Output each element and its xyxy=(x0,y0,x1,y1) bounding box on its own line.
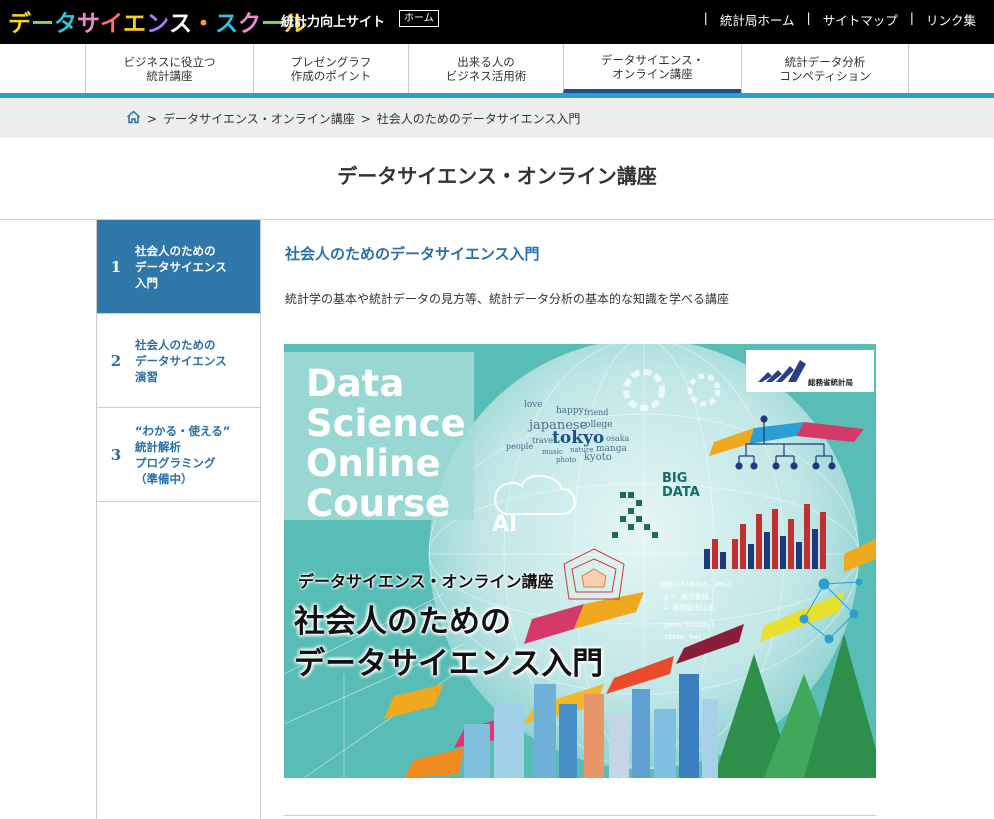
side-item-number: 3 xyxy=(110,445,122,464)
nav-item-business-course[interactable]: ビジネスに役立つ 統計講座 xyxy=(85,44,253,93)
top-bar: データサイエンス・スクール 統計力向上サイト ホーム | 統計局ホーム | サイ… xyxy=(0,0,994,44)
separator: | xyxy=(909,10,914,25)
word-cloud-word: kyoto xyxy=(584,452,612,463)
side-item-intro[interactable]: 1 社会人のための データサイエンス 入門 xyxy=(97,220,260,314)
home-badge[interactable]: ホーム xyxy=(399,10,439,27)
nav-item-competition[interactable]: 統計データ分析 コンペティション xyxy=(741,44,909,93)
site-logo[interactable]: データサイエンス・スクール xyxy=(8,4,307,38)
side-item-number: 2 xyxy=(110,351,122,370)
divider xyxy=(284,815,876,816)
nav-item-label: 出来る人の ビジネス活用術 xyxy=(445,54,527,83)
logo-letter: ・ xyxy=(192,11,215,37)
side-item-label: “わかる・使える” 統計解析 プログラミング （準備中） xyxy=(135,423,231,486)
logo-letter: ー xyxy=(31,11,54,37)
nav-item-label: ビジネスに役立つ 統計講座 xyxy=(123,54,216,83)
site-name: 統計力向上サイト xyxy=(281,15,386,30)
nav-item-label: データサイエンス・ オンライン講座 xyxy=(600,52,705,81)
banner-english-title: Data Science Online Course xyxy=(306,362,466,525)
utility-links: | 統計局ホーム | サイトマップ | リンク集 xyxy=(692,10,994,29)
content-title: 社会人のためのデータサイエンス入門 xyxy=(285,245,540,263)
word-cloud-word: college xyxy=(580,420,613,430)
logo-letter: ス xyxy=(215,11,238,37)
breadcrumb: > データサイエンス・オンライン講座 > 社会人のためのデータサイエンス入門 xyxy=(0,98,994,138)
ai-label: AI xyxy=(492,512,518,537)
content-description: 統計学の基本や統計データの見方等、統計データ分析の基本的な知識を学べる講座 xyxy=(285,292,730,306)
ministry-mark-icon xyxy=(758,360,806,382)
side-nav: 1 社会人のための データサイエンス 入門 2 社会人のための データサイエンス… xyxy=(96,220,261,819)
stat-bureau-home-link[interactable]: 統計局ホーム xyxy=(720,10,795,29)
code-line: = 経常収支比率 xyxy=(664,604,715,612)
word-cloud-word: photo xyxy=(556,456,577,464)
logo-letter: デ xyxy=(8,11,31,37)
nav-item-label: 統計データ分析 コンペティション xyxy=(779,54,871,83)
code-line: y = 地方価格, xyxy=(664,593,714,601)
nav-item-label: プレゼングラフ 作成のポイント xyxy=(290,54,372,83)
logo-letter: ス xyxy=(169,11,192,37)
word-cloud-word: osaka xyxy=(606,434,630,443)
links-page-link[interactable]: リンク集 xyxy=(926,10,994,29)
ministry-name: 総務省統計局 xyxy=(808,378,853,387)
main-nav: ビジネスに役立つ 統計講座 プレゼングラフ 作成のポイント 出来る人の ビジネス… xyxy=(0,44,994,98)
breadcrumb-item[interactable]: データサイエンス・オンライン講座 xyxy=(163,110,355,127)
word-cloud-word: travel xyxy=(532,436,556,445)
side-item-programming[interactable]: 3 “わかる・使える” 統計解析 プログラミング （準備中） xyxy=(97,408,260,502)
nav-item-business-use[interactable]: 出来る人の ビジネス活用術 xyxy=(408,44,563,93)
home-icon[interactable] xyxy=(126,110,141,127)
side-item-label: 社会人のための データサイエンス 入門 xyxy=(135,243,227,290)
code-line: theme_bw() xyxy=(664,633,707,641)
course-banner-image[interactable]: Data Science Online Course love happy fr… xyxy=(284,344,876,778)
logo-letter: タ xyxy=(54,11,77,37)
side-item-label: 社会人のための データサイエンス 演習 xyxy=(135,337,227,384)
word-cloud-word: people xyxy=(506,442,534,451)
logo-letter: ン xyxy=(146,11,169,37)
side-item-number: 1 xyxy=(110,257,122,276)
word-cloud-word: happy xyxy=(556,406,584,416)
breadcrumb-separator: > xyxy=(147,111,158,126)
logo-letter: エ xyxy=(123,11,146,37)
logo-letter: サ xyxy=(77,11,100,37)
big-data-label: BIG DATA xyxy=(662,471,700,500)
breadcrumb-current: 社会人のためのデータサイエンス入門 xyxy=(376,112,581,126)
breadcrumb-separator: > xyxy=(360,111,371,126)
banner-title-line1: 社会人のための xyxy=(294,604,511,640)
separator: | xyxy=(703,10,708,25)
word-cloud-word: music xyxy=(542,448,563,456)
separator: | xyxy=(806,10,811,25)
nav-item-online-course[interactable]: データサイエンス・ オンライン講座 xyxy=(563,44,741,93)
banner-title-line2: データサイエンス入門 xyxy=(294,646,604,682)
ministry-logo: 総務省統計局 xyxy=(746,350,874,392)
side-item-practice[interactable]: 2 社会人のための データサイエンス 演習 xyxy=(97,314,260,408)
logo-letter: イ xyxy=(100,11,123,37)
nav-item-presentation-graph[interactable]: プレゼングラフ 作成のポイント xyxy=(253,44,408,93)
word-cloud-word: friend xyxy=(584,408,609,417)
word-cloud-word: love xyxy=(524,400,543,410)
logo-letter: ク xyxy=(238,11,261,37)
banner-subtitle: データサイエンス・オンライン講座 xyxy=(298,572,554,591)
page-title: データサイエンス・オンライン講座 xyxy=(337,164,657,188)
code-line: geom_bin2d() xyxy=(664,621,715,629)
code-line: ggplot(data, aes( xyxy=(660,580,732,588)
sitemap-link[interactable]: サイトマップ xyxy=(823,10,898,29)
